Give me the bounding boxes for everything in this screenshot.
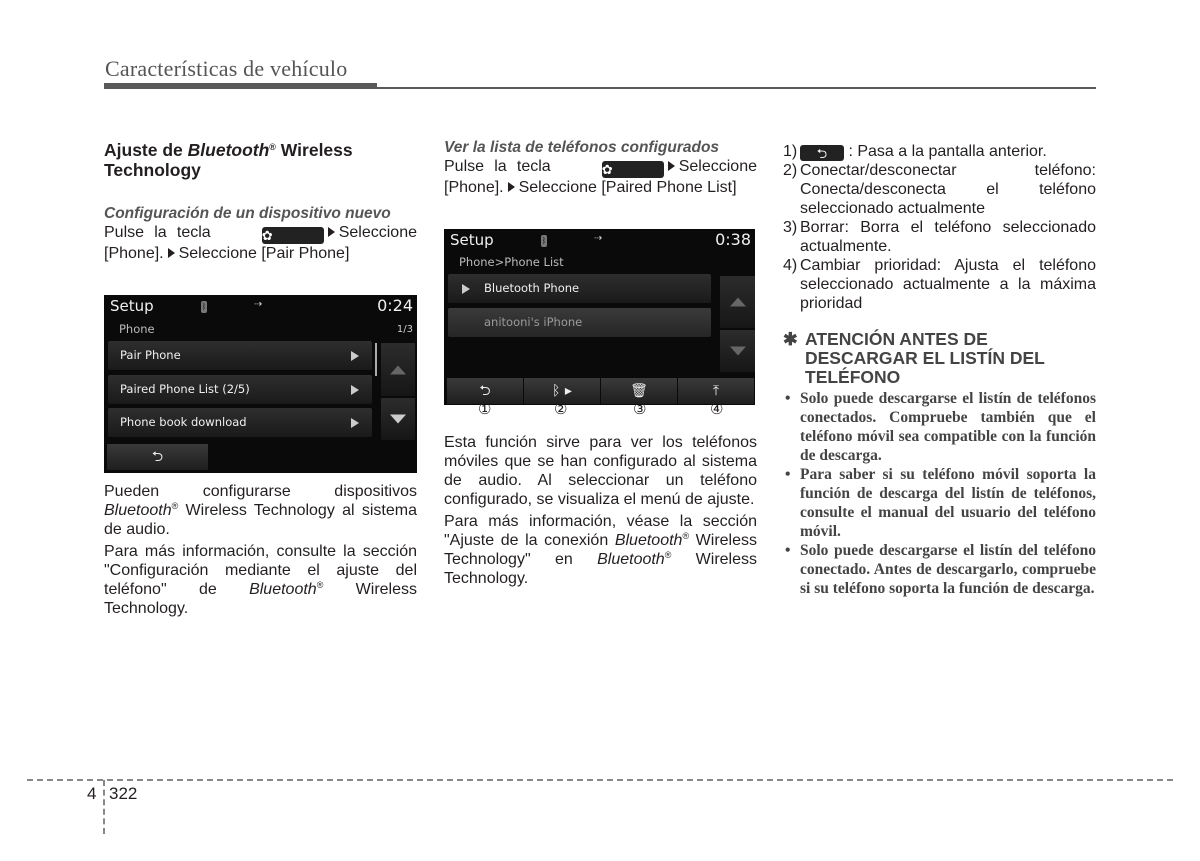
asterisk-icon: ✱: [783, 329, 798, 349]
instruction: Pulse la tecla ✿ Seleccione [Phone]. Selec…: [444, 158, 757, 196]
paragraph: Pueden configurarse dispositivos Bluetoo…: [104, 483, 417, 538]
paragraph: Para más información, véase la sección "…: [444, 513, 758, 587]
attention-heading: ✱ ATENCIÓN ANTES DE DESCARGAR EL LISTÍN D…: [783, 329, 1045, 387]
callout-3: ③: [633, 401, 647, 418]
phone-list-item[interactable]: anitooni's iPhone: [448, 308, 711, 337]
clock: 0:38: [715, 230, 751, 249]
scroll-up-button[interactable]: [720, 276, 755, 328]
arrow-up-icon: [390, 365, 406, 374]
item-number: 1): [783, 143, 798, 160]
page-indicator: 1/3: [396, 324, 413, 335]
item-number: 2): [783, 162, 798, 179]
setup-key: ✿: [601, 161, 664, 178]
bullet-item: • Solo puede descargarse el listín del te…: [785, 542, 1096, 597]
arrow-icon: [167, 248, 175, 258]
screen-title: Setup: [110, 297, 154, 315]
back-key: ⮌: [800, 145, 844, 161]
scroll-down-button[interactable]: [381, 398, 415, 440]
header-rule-thin: [377, 87, 1096, 89]
clock: 0:24: [377, 296, 413, 315]
section-heading: Ajuste de Bluetooth® Wireless Technology: [104, 140, 353, 180]
instruction: Pulse la tecla ✿ Seleccione [Phone]. Selec…: [104, 224, 417, 262]
list-item: 3) Borrar: Borra el teléfono seleccionado…: [783, 219, 1096, 255]
phone-name: Bluetooth Phone: [484, 281, 580, 295]
page-number: 322: [109, 784, 138, 803]
scroll-up-button[interactable]: [381, 343, 415, 396]
bullet-icon: •: [785, 466, 791, 483]
list-item: 4) Cambiar prioridad: Ajusta el teléfono …: [783, 257, 1096, 312]
callout-2: ②: [554, 401, 568, 418]
phone-list-item-selected[interactable]: Bluetooth Phone: [448, 274, 711, 303]
bluetooth-icon: ᛒ: [541, 235, 547, 247]
arrow-down-icon: [729, 346, 746, 356]
bullet-icon: •: [785, 390, 791, 407]
usb-icon: ⇢: [594, 233, 603, 244]
screen-title: Setup: [450, 231, 494, 249]
menu-item-phone-book-download[interactable]: Phone book download: [108, 408, 372, 437]
subheading: Ver la lista de teléfonos configurados: [444, 139, 720, 156]
bluetooth-connect-icon: ᛒ ▸: [552, 383, 572, 399]
usb-icon: ⇢: [254, 299, 263, 310]
menu-item-label: Pair Phone: [120, 348, 181, 362]
paragraph: Para más información, consulte la secció…: [104, 543, 417, 617]
column-1: Ajuste de Bluetooth® Wireless Technology…: [104, 140, 417, 263]
chapter-title: Características de vehículo: [105, 56, 348, 81]
breadcrumb: Phone>Phone List: [459, 255, 564, 269]
arrow-icon: [507, 182, 515, 192]
breadcrumb: Phone: [119, 322, 155, 336]
list-item: 1) ⮌ : Pasa a la pantalla anterior.: [783, 143, 1047, 161]
list-item: 2) Conectar/desconectar teléfono: Conecta…: [783, 162, 1096, 217]
arrow-icon: [327, 227, 335, 237]
setup-screen-phone-list: Setup ᛒ ⇢ 0:38 Phone>Phone List Bluetoot…: [444, 229, 755, 405]
phone-name: anitooni's iPhone: [484, 315, 583, 329]
back-arrow-icon: ⮌: [151, 449, 164, 465]
back-arrow-icon: ⮌: [816, 146, 828, 161]
gear-icon: ✿: [601, 162, 613, 177]
arrow-down-icon: [390, 414, 406, 424]
back-arrow-icon: ⮌: [479, 383, 491, 399]
chapter-number: 4: [87, 784, 97, 803]
callout-4: ④: [710, 401, 724, 418]
menu-item-paired-phone-list[interactable]: Paired Phone List (2/5): [108, 375, 372, 404]
footer-divider: [103, 780, 105, 834]
chevron-right-icon: [351, 351, 359, 361]
bluetooth-icon: ᛒ: [201, 301, 207, 313]
scroll-down-button[interactable]: [720, 330, 755, 372]
bullet-item: • Solo puede descargarse el listín de tel…: [785, 390, 1096, 464]
bullet-item: • Para saber si su teléfono móvil soporta…: [785, 466, 1096, 540]
item-number: 4): [783, 257, 798, 274]
column-2-text: Esta función sirve para ver los teléfono…: [444, 433, 757, 588]
column-3: 1) ⮌ : Pasa a la pantalla anterior. 2) Con…: [783, 142, 1096, 598]
menu-item-pair-phone[interactable]: Pair Phone: [108, 341, 372, 370]
header-rule-thick: [104, 83, 377, 89]
menu-item-label: Paired Phone List (2/5): [120, 382, 250, 396]
back-button[interactable]: ⮌: [107, 444, 208, 470]
column-2: Ver la lista de teléfonos configurados P…: [444, 139, 757, 197]
bullet-icon: •: [785, 542, 791, 559]
trash-icon: 🗑︎: [630, 383, 648, 399]
callout-1: ①: [478, 401, 492, 418]
setup-key: ✿: [261, 227, 324, 244]
item-number: 3): [783, 219, 798, 236]
chevron-right-icon: [351, 418, 359, 428]
priority-icon: ⤒: [712, 383, 720, 399]
gear-icon: ✿: [261, 228, 273, 243]
selected-indicator-icon: [462, 284, 470, 294]
arrow-up-icon: [729, 297, 746, 307]
chevron-right-icon: [351, 385, 359, 395]
footer-rule: [27, 779, 1173, 781]
column-1-text: Pueden configurarse dispositivos Bluetoo…: [104, 482, 417, 618]
setup-screen-phone: Setup ᛒ ⇢ 0:24 Phone 1/3 Pair Phone Pair…: [104, 295, 417, 473]
subheading: Configuración de un dispositivo nuevo: [104, 205, 391, 222]
arrow-icon: [667, 161, 675, 171]
paragraph: Esta función sirve para ver los teléfono…: [444, 434, 757, 508]
menu-item-label: Phone book download: [120, 415, 247, 429]
scrollbar-thumb[interactable]: [375, 343, 377, 376]
